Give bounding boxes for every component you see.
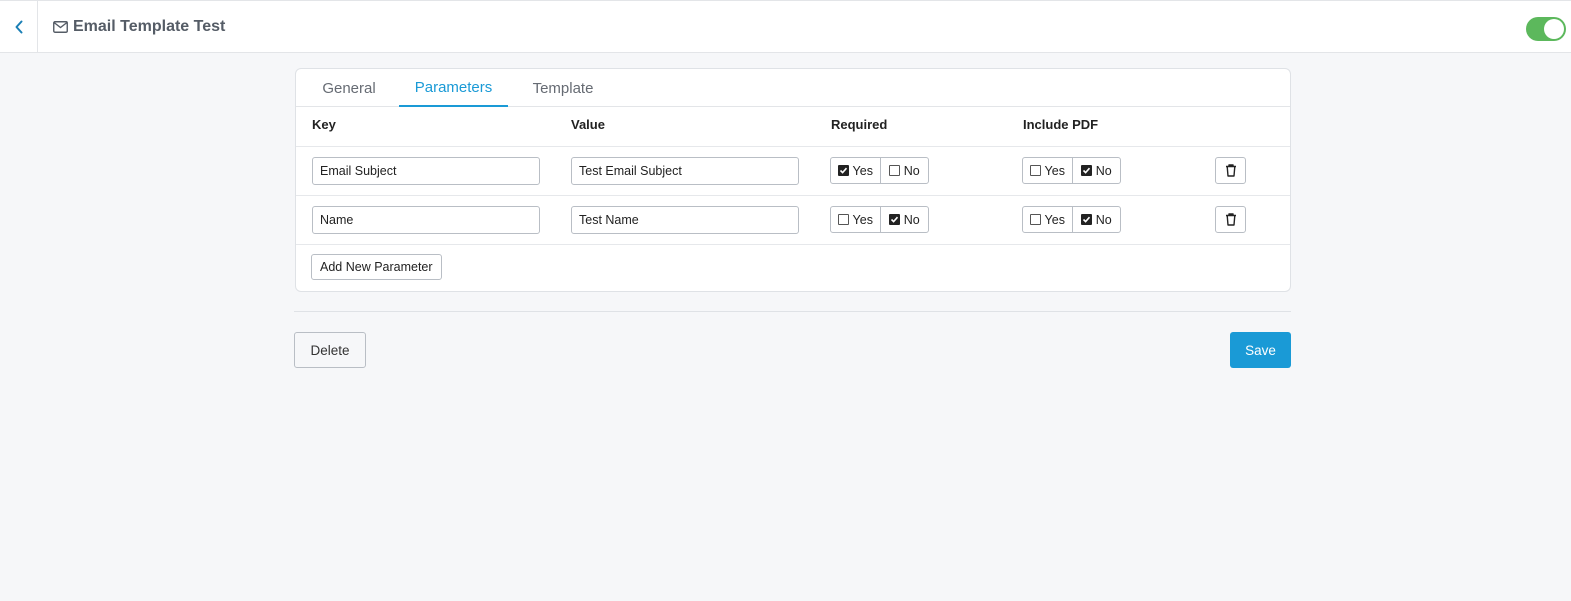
active-toggle[interactable] bbox=[1526, 17, 1566, 41]
tab-template[interactable]: Template bbox=[522, 69, 604, 107]
required-yes-option[interactable]: Yes bbox=[831, 158, 880, 183]
column-header-required: Required bbox=[831, 117, 888, 132]
include-pdf-toggle-group: Yes No bbox=[1022, 157, 1121, 184]
column-header-value: Value bbox=[571, 117, 605, 132]
column-header-key: Key bbox=[312, 117, 336, 132]
value-input[interactable] bbox=[571, 206, 799, 234]
parameters-card: General Parameters Template Key Value Re… bbox=[295, 68, 1291, 292]
page-title: Email Template Test bbox=[73, 18, 226, 35]
envelope-icon bbox=[53, 21, 68, 33]
checkbox-checked bbox=[837, 165, 849, 176]
include-pdf-no-option[interactable]: No bbox=[1071, 158, 1121, 183]
option-label: No bbox=[903, 212, 920, 227]
required-toggle-group: Yes No bbox=[830, 206, 929, 233]
required-toggle-group: Yes No bbox=[830, 157, 929, 184]
trash-icon bbox=[1225, 164, 1236, 177]
checkbox-unchecked bbox=[1029, 214, 1041, 225]
option-label: No bbox=[903, 163, 920, 178]
checkbox-unchecked bbox=[837, 214, 849, 225]
checkbox-checked bbox=[1080, 165, 1092, 176]
required-yes-option[interactable]: Yes bbox=[831, 207, 880, 232]
save-button[interactable]: Save bbox=[1230, 332, 1291, 368]
delete-row-button[interactable] bbox=[1215, 206, 1246, 233]
include-pdf-no-option[interactable]: No bbox=[1071, 207, 1121, 232]
column-header-include-pdf: Include PDF bbox=[1023, 117, 1099, 132]
required-no-option[interactable]: No bbox=[879, 207, 929, 232]
row-divider bbox=[296, 244, 1290, 245]
include-pdf-yes-option[interactable]: Yes bbox=[1023, 207, 1072, 232]
chevron-left-icon bbox=[15, 20, 22, 34]
key-input[interactable] bbox=[312, 206, 540, 234]
option-label: No bbox=[1095, 163, 1112, 178]
footer-divider bbox=[294, 311, 1291, 312]
page-title-group: Email Template Test bbox=[53, 1, 225, 53]
top-bar: Email Template Test bbox=[0, 0, 1571, 53]
option-label: No bbox=[1095, 212, 1112, 227]
delete-row-button[interactable] bbox=[1215, 157, 1246, 184]
row-divider bbox=[296, 195, 1290, 196]
delete-button[interactable]: Delete bbox=[294, 332, 366, 368]
include-pdf-toggle-group: Yes No bbox=[1022, 206, 1121, 233]
checkbox-unchecked bbox=[1029, 165, 1041, 176]
option-label: Yes bbox=[852, 212, 873, 227]
trash-icon bbox=[1225, 213, 1236, 226]
value-input[interactable] bbox=[571, 157, 799, 185]
add-new-parameter-button[interactable]: Add New Parameter bbox=[311, 254, 442, 280]
toggle-knob bbox=[1544, 19, 1564, 39]
tab-parameters[interactable]: Parameters bbox=[399, 69, 508, 107]
checkbox-unchecked bbox=[888, 165, 900, 176]
checkbox-checked bbox=[888, 214, 900, 225]
tab-bar: General Parameters Template bbox=[296, 69, 1290, 107]
back-button[interactable] bbox=[0, 1, 38, 53]
option-label: Yes bbox=[1044, 163, 1065, 178]
include-pdf-yes-option[interactable]: Yes bbox=[1023, 158, 1072, 183]
option-label: Yes bbox=[1044, 212, 1065, 227]
row-divider bbox=[296, 146, 1290, 147]
checkbox-checked bbox=[1080, 214, 1092, 225]
key-input[interactable] bbox=[312, 157, 540, 185]
tab-general[interactable]: General bbox=[312, 69, 386, 107]
required-no-option[interactable]: No bbox=[879, 158, 929, 183]
option-label: Yes bbox=[852, 163, 873, 178]
